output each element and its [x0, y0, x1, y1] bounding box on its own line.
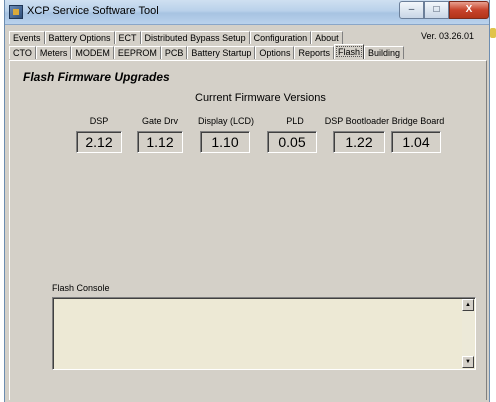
- tab-pcb[interactable]: PCB: [160, 46, 188, 59]
- firmware-versions-heading: Current Firmware Versions: [195, 92, 326, 104]
- tab-reports[interactable]: Reports: [294, 46, 334, 59]
- minimize-button[interactable]: –: [399, 1, 424, 19]
- flash-console-textarea[interactable]: ▲ ▼: [52, 297, 476, 370]
- scroll-down-icon[interactable]: ▼: [462, 356, 474, 368]
- dsp-bootloader-label: DSP Bootloader: [324, 116, 390, 126]
- page-title: Flash Firmware Upgrades: [23, 70, 170, 84]
- tab-configuration[interactable]: Configuration: [249, 31, 312, 44]
- tab-distributed-bypass-setup[interactable]: Distributed Bypass Setup: [140, 31, 250, 44]
- tab-building[interactable]: Building: [363, 46, 405, 59]
- scroll-up-icon[interactable]: ▲: [462, 299, 474, 311]
- tab-meters[interactable]: Meters: [35, 46, 72, 59]
- display-lcd-version: 1.10: [200, 131, 250, 153]
- pld-label: PLD: [286, 116, 304, 126]
- display-lcd-label: Display (LCD): [197, 116, 254, 126]
- close-button[interactable]: X: [449, 1, 489, 19]
- tab-ect[interactable]: ECT: [114, 31, 141, 44]
- pld-version: 0.05: [267, 131, 317, 153]
- flash-console-label: Flash Console: [52, 283, 110, 293]
- tab-row-1: Events Battery Options ECT Distributed B…: [9, 31, 343, 45]
- dsp-label: DSP: [89, 116, 109, 126]
- tab-flash[interactable]: Flash: [333, 44, 364, 59]
- main-window: XCP Service Software Tool – □ X Events B…: [4, 0, 490, 402]
- dsp-version: 2.12: [76, 131, 122, 153]
- partial-desktop-icon: [490, 28, 496, 38]
- tab-row-2: CTO Meters MODEM EEPROM PCB Battery Star…: [9, 44, 405, 60]
- tab-cto[interactable]: CTO: [9, 46, 36, 59]
- maximize-button[interactable]: □: [424, 1, 449, 19]
- tab-options[interactable]: Options: [255, 46, 295, 59]
- dsp-bootloader-version: 1.22: [333, 131, 385, 153]
- bridge-board-version: 1.04: [391, 131, 441, 153]
- app-icon: [9, 5, 23, 19]
- title-bar[interactable]: XCP Service Software Tool – □ X: [5, 0, 489, 25]
- tab-events[interactable]: Events: [9, 31, 45, 44]
- tab-eeprom[interactable]: EEPROM: [113, 46, 161, 59]
- window-title: XCP Service Software Tool: [27, 5, 159, 17]
- gate-drv-version: 1.12: [137, 131, 183, 153]
- tab-battery-options[interactable]: Battery Options: [44, 31, 115, 44]
- console-scrollbar[interactable]: ▲ ▼: [462, 299, 474, 368]
- tab-modem[interactable]: MODEM: [71, 46, 114, 59]
- tab-battery-startup[interactable]: Battery Startup: [187, 46, 256, 59]
- gate-drv-label: Gate Drv: [141, 116, 178, 126]
- tab-about[interactable]: About: [311, 31, 343, 44]
- bridge-board-label: Bridge Board: [391, 116, 445, 126]
- version-label: Ver. 03.26.01: [421, 31, 475, 41]
